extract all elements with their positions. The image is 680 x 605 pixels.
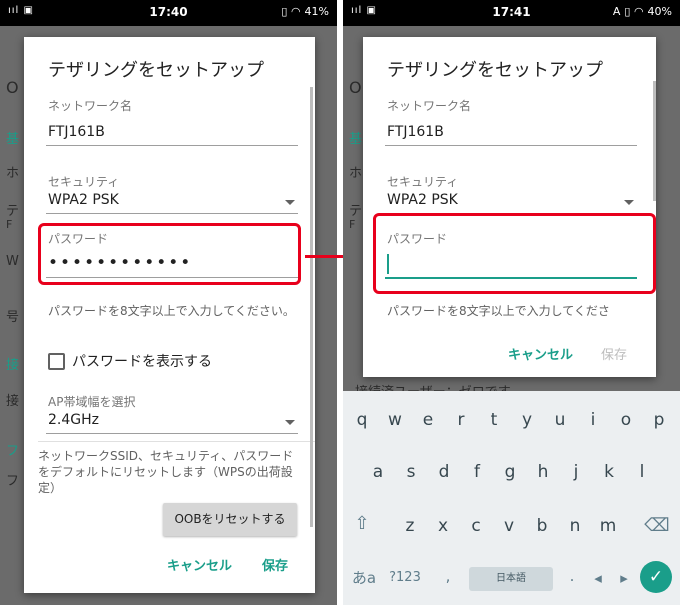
bg-text: W	[6, 254, 19, 269]
key-r[interactable]: r	[446, 405, 476, 435]
dialog-title: テザリングをセットアップ	[387, 60, 603, 81]
oob-reset-button[interactable]: OOBをリセットする	[163, 503, 297, 536]
key-l[interactable]: l	[627, 457, 657, 487]
key-f[interactable]: f	[462, 457, 492, 487]
bg-text: テ	[349, 204, 363, 219]
tethering-setup-dialog: テザリングをセットアップ ネットワーク名 FTJ161B セキュリティ WPA2…	[24, 37, 315, 593]
dialog-scrollbar[interactable]	[310, 87, 313, 527]
space-key[interactable]: 日本語	[469, 567, 553, 591]
status-bar: ııl ▣ 17:40 ▯ ◠ 41%	[0, 0, 337, 26]
key-t[interactable]: t	[479, 405, 509, 435]
backspace-icon[interactable]: ⌫	[642, 511, 672, 541]
security-label: セキュリティ	[387, 175, 459, 189]
dialog-title: テザリングをセットアップ	[48, 60, 264, 81]
key-k[interactable]: k	[594, 457, 624, 487]
status-bar: ııl ▣ 17:41 A ▯ ◠ 40%	[343, 0, 680, 26]
key-x[interactable]: x	[428, 511, 458, 541]
security-select[interactable]: WPA2 PSK	[48, 192, 119, 208]
reset-description: ネットワークSSID、セキュリティ、パスワードをデフォルトにリセットします（WP…	[38, 449, 294, 495]
key-d[interactable]: d	[429, 457, 459, 487]
bg-text: 基	[6, 132, 20, 147]
network-name-input[interactable]: FTJ161B	[387, 124, 444, 140]
show-password-label[interactable]: パスワードを表示する	[72, 351, 212, 371]
bg-text: フ	[6, 474, 20, 489]
bg-text: 接	[6, 358, 20, 373]
key-y[interactable]: y	[512, 405, 542, 435]
dialog-scrollbar[interactable]	[653, 81, 656, 201]
chevron-down-icon[interactable]	[285, 420, 295, 425]
soft-keyboard: q w e r t y u i o p a s d f g h j k l ⇧ …	[343, 391, 680, 605]
bg-text: テ	[6, 204, 20, 219]
key-e[interactable]: e	[413, 405, 443, 435]
key-j[interactable]: j	[561, 457, 591, 487]
highlight-box	[38, 223, 301, 285]
highlight-box	[373, 213, 656, 294]
bg-text: O	[6, 78, 19, 97]
password-hint: パスワードを8文字以上で入力してください。	[48, 304, 295, 318]
shift-icon[interactable]: ⇧	[347, 509, 377, 539]
chevron-down-icon[interactable]	[285, 200, 295, 205]
vibrate-wifi-icon: ▯ ◠	[281, 5, 301, 18]
status-icons: ▯ ◠ 41%	[277, 5, 329, 18]
key-i[interactable]: i	[578, 405, 608, 435]
numbers-key[interactable]: ?123	[387, 563, 423, 593]
right-screen: ııl ▣ 17:41 A▯ ◠40% O 基 ホ テ F 接続済ユーザー：ゼロ…	[343, 0, 680, 605]
battery-level: 40%	[647, 5, 672, 18]
key-p[interactable]: p	[644, 405, 674, 435]
chevron-down-icon[interactable]	[624, 200, 634, 205]
bg-text: O	[349, 78, 362, 97]
vibrate-wifi-icon: ▯ ◠	[624, 5, 644, 18]
key-z[interactable]: z	[395, 511, 425, 541]
ime-indicator: A	[612, 5, 621, 18]
battery-level: 41%	[304, 5, 329, 18]
cancel-button[interactable]: キャンセル	[508, 344, 573, 363]
bg-text: ホ	[349, 166, 363, 181]
network-name-underline	[46, 145, 298, 146]
left-screen: ııl ▣ 17:40 ▯ ◠ 41% O 基 ホ テ F W 号 接 接 フ フ…	[0, 0, 337, 605]
section-divider	[38, 441, 315, 442]
bg-text: F	[6, 218, 13, 231]
save-button[interactable]: 保存	[601, 344, 627, 363]
bg-text: 号	[6, 310, 20, 325]
tethering-setup-dialog: テザリングをセットアップ ネットワーク名 FTJ161B セキュリティ WPA2…	[363, 37, 656, 377]
key-o[interactable]: o	[611, 405, 641, 435]
kana-toggle[interactable]: あa	[347, 563, 381, 593]
key-s[interactable]: s	[396, 457, 426, 487]
security-underline	[46, 213, 298, 214]
network-name-input[interactable]: FTJ161B	[48, 124, 105, 140]
right-arrow-icon[interactable]: ▸	[609, 563, 639, 593]
key-w[interactable]: w	[380, 405, 410, 435]
bg-text: 接	[6, 394, 20, 409]
network-name-label: ネットワーク名	[48, 99, 133, 113]
key-b[interactable]: b	[527, 511, 557, 541]
bg-text: 基	[349, 132, 363, 147]
key-v[interactable]: v	[494, 511, 524, 541]
ap-band-underline	[46, 433, 298, 434]
password-hint: パスワードを8文字以上で入力してくださ	[387, 304, 610, 318]
security-label: セキュリティ	[48, 175, 120, 189]
bg-text: F	[349, 218, 356, 231]
security-select[interactable]: WPA2 PSK	[387, 192, 458, 208]
key-n[interactable]: n	[560, 511, 590, 541]
status-icons: A ▯ ◠ 40%	[609, 5, 672, 18]
key-h[interactable]: h	[528, 457, 558, 487]
show-password-checkbox[interactable]	[48, 353, 65, 370]
check-icon[interactable]: ✓	[640, 561, 672, 593]
comma-key[interactable]: ,	[433, 561, 463, 591]
key-m[interactable]: m	[593, 511, 623, 541]
ap-band-label: AP帯域幅を選択	[48, 395, 136, 409]
key-a[interactable]: a	[363, 457, 393, 487]
key-g[interactable]: g	[495, 457, 525, 487]
network-name-label: ネットワーク名	[387, 99, 472, 113]
bg-text: フ	[6, 444, 20, 459]
network-name-underline	[385, 145, 637, 146]
key-c[interactable]: c	[461, 511, 491, 541]
save-button[interactable]: 保存	[262, 555, 288, 574]
ap-band-select[interactable]: 2.4GHz	[48, 412, 99, 428]
key-u[interactable]: u	[545, 405, 575, 435]
cancel-button[interactable]: キャンセル	[167, 555, 232, 574]
bg-text: ホ	[6, 166, 20, 181]
key-q[interactable]: q	[347, 405, 377, 435]
